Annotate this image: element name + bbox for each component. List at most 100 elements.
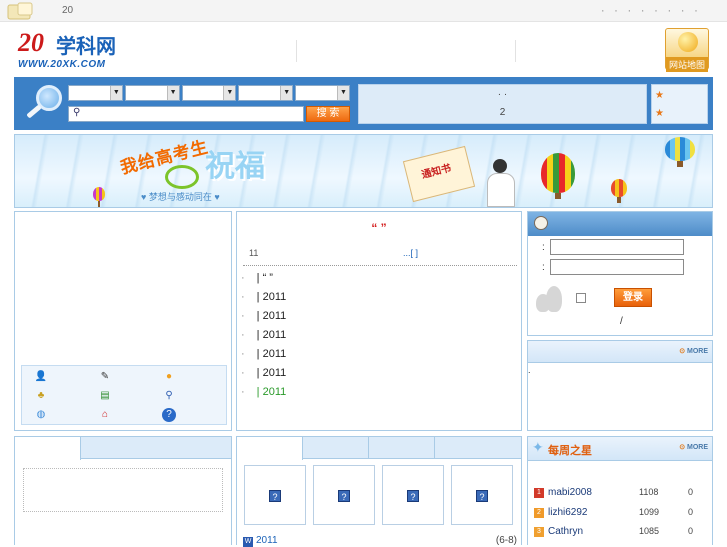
username-field[interactable] <box>550 239 684 255</box>
resource-thumbnail[interactable]: ? <box>451 465 513 525</box>
tab-1[interactable] <box>237 437 303 460</box>
user-count: 0 <box>688 526 694 536</box>
tab-2[interactable] <box>81 437 231 459</box>
logo-url: WWW.20XK.COM <box>18 59 106 70</box>
divider <box>243 265 517 266</box>
document-icon: W <box>243 537 253 547</box>
resources-panel: ? ? ? ? W 2011 (6-8) <box>236 436 522 547</box>
category-selects: ▼ ▼ ▼ ▼ ▼ <box>68 85 350 101</box>
sitemap-button[interactable]: 网站地图 <box>665 28 709 72</box>
resource-file[interactable]: W 2011 <box>243 535 278 547</box>
search-input[interactable]: ⚲ <box>68 106 304 122</box>
rank-badge: 2 <box>534 508 544 518</box>
home-icon[interactable]: ⌂ <box>98 408 112 422</box>
resource-thumbnail[interactable]: ? <box>313 465 375 525</box>
news-item[interactable]: · | 2011 <box>241 329 286 341</box>
user-name[interactable]: Cathryn <box>548 526 583 537</box>
news-item[interactable]: · | 2011 <box>241 386 286 398</box>
select-1[interactable]: ▼ <box>68 85 123 101</box>
news-item[interactable]: · | 2011 <box>241 367 286 379</box>
top-number: 20 <box>62 5 74 16</box>
banner-big-text: 祝福 <box>205 149 265 184</box>
list-item[interactable]: 3 Cathryn 1085 0 <box>534 526 706 540</box>
globe-icon <box>678 32 698 52</box>
select-3[interactable]: ▼ <box>181 85 237 101</box>
news-item[interactable]: · | “ ” <box>241 272 273 284</box>
top-links[interactable]: · · · · · · · · <box>601 3 701 17</box>
search-button[interactable]: 搜 索 <box>306 106 350 122</box>
chevron-down-icon: ▼ <box>280 86 293 100</box>
banner-subtext: ♥ 梦想与感动同在 ♥ <box>141 192 220 202</box>
more-link[interactable]: MORE <box>679 347 708 355</box>
register-links[interactable]: / <box>620 316 623 327</box>
placeholder-icon: ? <box>269 490 281 502</box>
news-item[interactable]: · | 2011 <box>241 310 286 322</box>
login-button[interactable]: 登录 <box>614 288 652 307</box>
login-header <box>528 212 712 236</box>
select-4[interactable]: ▼ <box>238 85 294 101</box>
person-illustration <box>481 159 521 207</box>
more-link[interactable]: MORE <box>679 443 708 451</box>
help-icon[interactable]: ? <box>162 408 176 422</box>
tab-3[interactable] <box>369 437 435 459</box>
select-5[interactable]: ▼ <box>295 85 350 101</box>
chevron-down-icon: ▼ <box>109 86 122 100</box>
notice-header: MORE <box>528 341 712 363</box>
top-strip: 20 · · · · · · · · <box>0 0 727 22</box>
chevron-down-icon: ▼ <box>336 86 349 100</box>
news-item[interactable]: · | 2011 <box>241 348 286 360</box>
logo-name: 学科网 <box>56 34 116 58</box>
user-points: 1108 <box>639 487 659 497</box>
placeholder-icon: ? <box>407 490 419 502</box>
user-icon <box>534 216 548 230</box>
weekly-stars-panel: ✦ 每周之星 MORE 1 mabi2008 1108 0 2 lizhi629… <box>527 436 713 545</box>
star-icon: ✦ <box>532 439 544 455</box>
user-name[interactable]: lizhi6292 <box>548 507 587 518</box>
content-box <box>23 468 223 512</box>
tab-4[interactable] <box>435 437 521 459</box>
globe-icon[interactable]: ◍ <box>34 408 48 422</box>
balloon-icon <box>93 187 105 207</box>
notice-panel: MORE . <box>527 340 713 431</box>
remember-checkbox[interactable] <box>576 293 586 303</box>
balloon-icon <box>541 153 575 199</box>
placeholder-icon: ? <box>476 490 488 502</box>
placeholder-icon: ? <box>338 490 350 502</box>
select-2[interactable]: ▼ <box>124 85 180 101</box>
user-points: 1099 <box>639 507 660 517</box>
list-item[interactable]: 2 lizhi6292 1099 0 <box>534 507 706 521</box>
news-date: 11 <box>249 248 259 258</box>
news-item[interactable]: · | 2011 <box>241 291 286 303</box>
add-document-icon[interactable]: ▤ <box>98 389 112 403</box>
sun-icon[interactable]: ● <box>162 370 176 384</box>
rank-badge: 1 <box>534 488 544 498</box>
balloon-icon <box>611 179 627 203</box>
news-panel: “ ” 11 ...[ ] · | “ ” · | 2011 · | 2011 · | … <box>236 211 522 431</box>
user-name[interactable]: mabi2008 <box>548 487 592 498</box>
search-icon[interactable]: ⚲ <box>162 389 176 403</box>
search-bar: ▼ ▼ ▼ ▼ ▼ ⚲ 搜 索 · · 2 ★ ★ <box>14 77 713 130</box>
header-divider <box>296 40 297 62</box>
edit-icon[interactable]: ✎ <box>98 370 112 384</box>
news-title[interactable]: “ ” <box>237 221 521 235</box>
stars-title: 每周之星 <box>548 445 592 457</box>
left-panel: 👤 ✎ ● ♣ ▤ ⚲ ◍ ⌂ ? <box>14 211 232 431</box>
resource-thumbnail[interactable]: ? <box>244 465 306 525</box>
group-icon[interactable]: ♣ <box>34 389 48 403</box>
chevron-down-icon: ▼ <box>223 86 236 100</box>
user-points: 1085 <box>639 526 660 536</box>
quick-links: ★ ★ <box>651 84 708 124</box>
tab-bar <box>15 437 231 460</box>
tab-1[interactable] <box>15 437 81 460</box>
password-field[interactable] <box>550 259 684 275</box>
stars-header: ✦ 每周之星 MORE <box>528 437 712 461</box>
promo-banner[interactable]: 我给高考生 祝福 ♥ 梦想与感动同在 ♥ 通知书 <box>14 134 713 208</box>
news-more-link[interactable]: ...[ ] <box>403 248 418 258</box>
bottom-left-panel <box>14 436 232 545</box>
list-item[interactable]: 1 mabi2008 1108 0 <box>534 487 706 501</box>
site-logo[interactable]: 20 学科网 WWW.20XK.COM <box>16 28 136 72</box>
tab-2[interactable] <box>303 437 369 459</box>
avatar <box>536 286 564 312</box>
user-icon[interactable]: 👤 <box>34 370 48 384</box>
resource-thumbnail[interactable]: ? <box>382 465 444 525</box>
